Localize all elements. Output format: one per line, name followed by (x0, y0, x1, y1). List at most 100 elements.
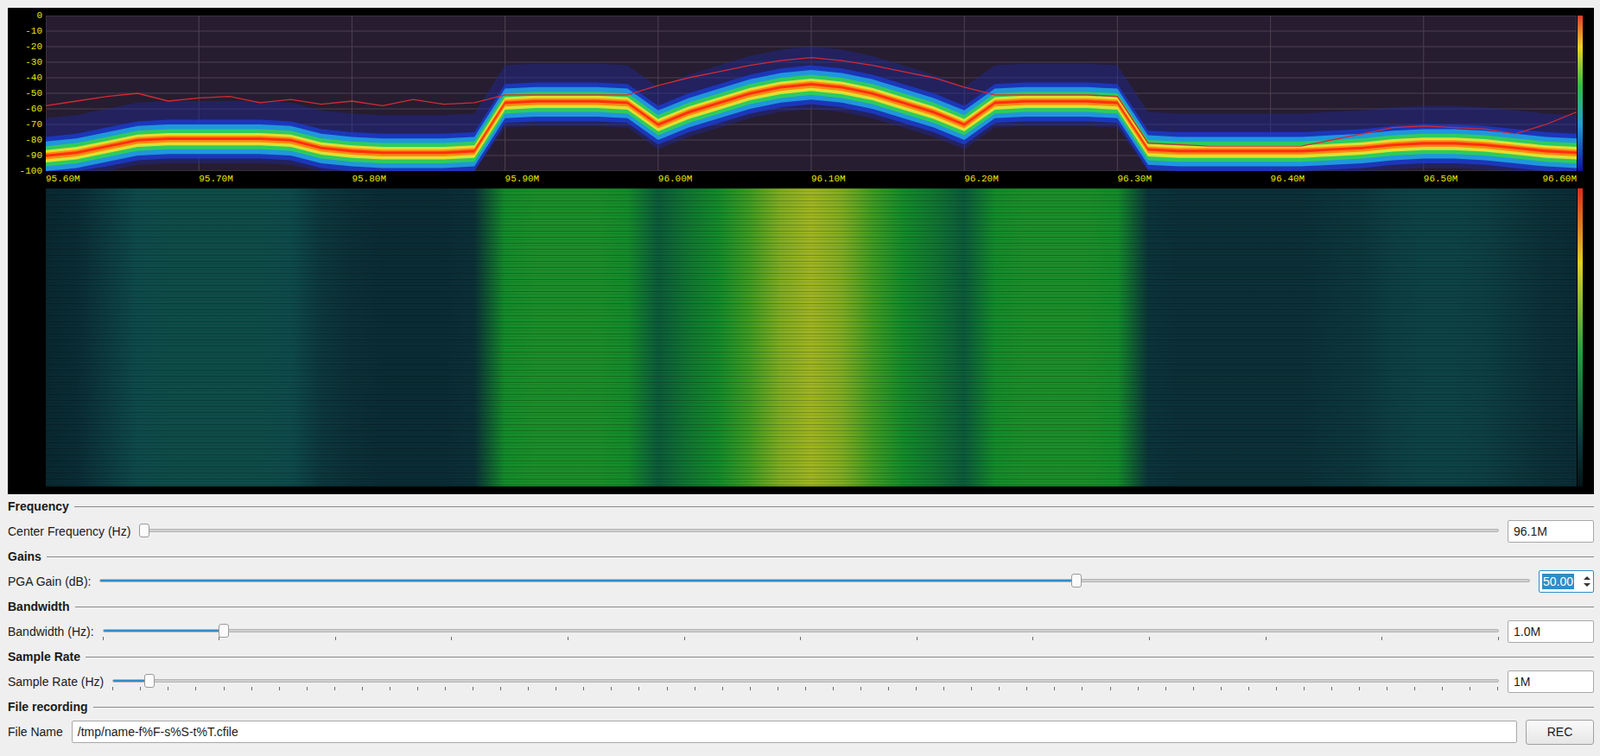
persistence-band (45, 69, 1577, 172)
x-axis-cell: 95.90M (505, 173, 659, 189)
slider[interactable] (102, 620, 1499, 643)
spectrum-display: 0-10-20-30-40-50-60-70-80-90-10095.60M95… (7, 7, 1594, 495)
slider-tick (1303, 686, 1305, 691)
value-field[interactable]: 1.0M (1507, 620, 1594, 643)
x-axis-label: 96.00M (658, 173, 693, 189)
section-title: Frequency (7, 497, 70, 516)
x-axis-cell: 96.10M (811, 173, 965, 189)
waterfall-chart (45, 188, 1577, 487)
slider-tick (500, 686, 502, 691)
max-hold-line (45, 57, 1577, 147)
slider-tick (1026, 686, 1028, 691)
slider-tick (1193, 686, 1194, 691)
control-row: PGA Gain (dB): 50.00 (7, 565, 1594, 598)
colorbar (1576, 15, 1594, 172)
slider-tick (916, 636, 918, 641)
persistence-band (45, 82, 1577, 158)
slider-tick (444, 686, 446, 691)
x-axis-cell: 96.50M96.60M (1423, 173, 1577, 189)
x-axis-cell: 96.30M (1117, 173, 1270, 189)
spectrum-chart (45, 15, 1577, 172)
file-name-field[interactable]: /tmp/name-f%F-s%S-t%T.cfile (71, 720, 1518, 743)
slider-tick (335, 636, 337, 641)
control-section: BandwidthBandwidth (Hz):1.0M (7, 597, 1594, 648)
y-axis-labels: 0-10-20-30-40-50-60-70-80-90-100 (7, 11, 46, 176)
slider-tick (583, 686, 585, 691)
colorbar-fill (1577, 188, 1583, 487)
gain-spinbox[interactable]: 50.00 (1538, 570, 1594, 593)
persistence-band (45, 78, 1577, 163)
slider-handle[interactable] (218, 623, 229, 638)
y-axis-label: -80 (7, 135, 43, 145)
slider-handle[interactable] (144, 673, 155, 688)
slider-handle[interactable] (1071, 573, 1082, 588)
control-section: GainsPGA Gain (dB):50.00 (7, 547, 1594, 598)
control-label: Bandwidth (Hz): (7, 622, 95, 642)
value-field[interactable]: 96.1M (1507, 520, 1594, 543)
down-arrow-icon[interactable] (1583, 583, 1591, 587)
x-axis-label: 95.60M (45, 173, 81, 189)
slider-handle[interactable] (139, 523, 150, 538)
slider-tick (1149, 636, 1150, 641)
spacer (1576, 171, 1594, 189)
slider-tick (1165, 686, 1167, 691)
y-axis-label: -60 (7, 104, 43, 114)
slider[interactable] (139, 520, 1499, 543)
x-axis-label: 96.40M (1270, 173, 1306, 189)
y-axis-label: -50 (7, 88, 43, 98)
slider-tick (1441, 686, 1443, 691)
slider-tick (1032, 636, 1034, 641)
spacer (7, 188, 46, 487)
y-axis-label: -90 (7, 151, 43, 160)
x-axis-label: 96.30M (1117, 173, 1152, 189)
slider-tick (971, 686, 972, 691)
slider-fill (103, 629, 222, 632)
slider-tick (167, 686, 169, 691)
slider-tick (1265, 636, 1267, 641)
y-axis-label: -70 (7, 120, 43, 129)
y-axis-label: -40 (7, 73, 43, 83)
slider-tick (610, 686, 612, 691)
control-row: Center Frequency (Hz) 96.1M (7, 514, 1594, 548)
slider-track (112, 679, 1499, 683)
x-axis-label: 96.10M (811, 173, 846, 189)
control-label: PGA Gain (dB): (7, 572, 91, 591)
up-arrow-icon[interactable] (1583, 576, 1591, 580)
spacer (1576, 7, 1594, 16)
slider-tick (1497, 686, 1499, 691)
control-label: Center Frequency (Hz) (7, 522, 131, 541)
slider-tick (1081, 686, 1083, 691)
section-header: File recording (7, 698, 1594, 716)
control-row: Sample Rate (Hz)1M (7, 665, 1594, 699)
slider-tick (1498, 636, 1499, 641)
waterfall-plot (45, 188, 1577, 487)
grid-line (45, 31, 1577, 32)
slider-tick (888, 686, 889, 691)
slider-tick (112, 686, 114, 691)
value-field[interactable]: 1M (1507, 670, 1594, 693)
slider-tick (722, 686, 724, 691)
x-axis-cell: 95.60M (45, 173, 199, 189)
slider-tick (832, 686, 834, 691)
x-axis-cell: 96.00M (658, 173, 812, 189)
slider-tick (102, 636, 104, 641)
grid-line (45, 15, 1577, 17)
slider-tick (1137, 686, 1139, 691)
slider-tick (417, 686, 419, 691)
slider-tick (805, 686, 807, 691)
y-axis-label: -100 (7, 166, 43, 176)
slider-tick (223, 686, 225, 691)
slider[interactable] (99, 570, 1531, 593)
x-axis-label: 95.80M (351, 173, 387, 189)
slider-tick (1469, 686, 1471, 691)
section-header: Frequency (7, 497, 1594, 515)
slider-tick (361, 686, 363, 691)
control-label: File Name (7, 723, 64, 742)
slider-tick (567, 636, 569, 641)
spacer (45, 486, 1577, 495)
persistence-band (45, 81, 1577, 160)
section-rule (93, 706, 1594, 708)
rec-button[interactable]: REC (1525, 719, 1594, 745)
control-section: Sample RateSample Rate (Hz)1M (7, 647, 1594, 699)
slider[interactable] (112, 670, 1499, 693)
